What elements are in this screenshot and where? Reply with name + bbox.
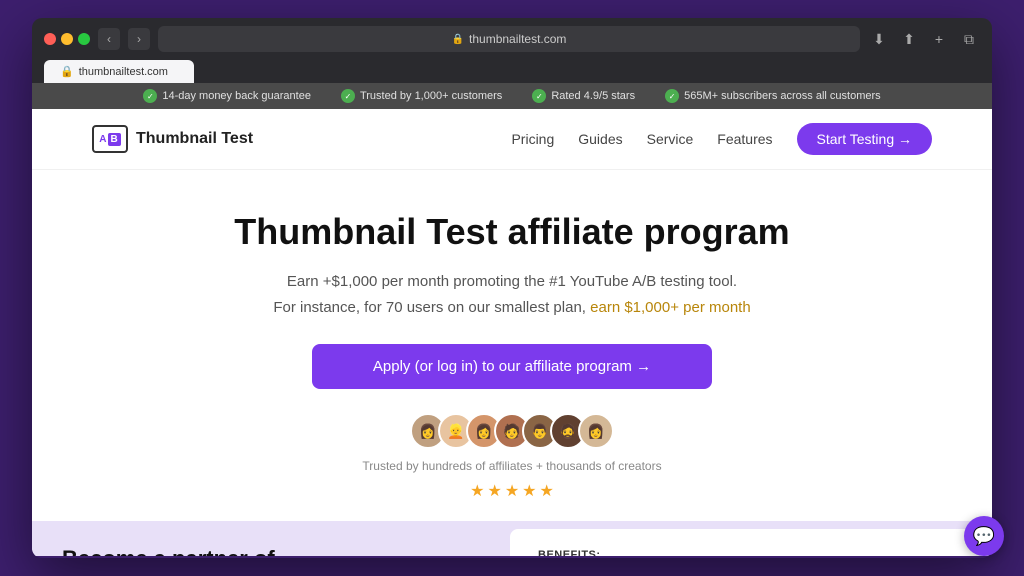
nav-features[interactable]: Features bbox=[717, 131, 772, 147]
maximize-button[interactable] bbox=[78, 33, 90, 45]
logo-text: Thumbnail Test bbox=[136, 130, 253, 148]
address-bar[interactable]: 🔒 thumbnailtest.com bbox=[158, 26, 860, 52]
close-button[interactable] bbox=[44, 33, 56, 45]
tab-favicon: 🔒 bbox=[60, 65, 74, 78]
star-4: ★ bbox=[522, 481, 536, 501]
star-3: ★ bbox=[505, 481, 519, 501]
new-tab-icon[interactable]: + bbox=[928, 28, 950, 50]
active-tab[interactable]: 🔒 thumbnailtest.com bbox=[44, 60, 194, 83]
trust-item-1: ✓ 14-day money back guarantee bbox=[143, 89, 311, 103]
url-text: thumbnailtest.com bbox=[469, 32, 566, 46]
navbar: A B Thumbnail Test Pricing Guides Servic… bbox=[32, 109, 992, 170]
nav-service[interactable]: Service bbox=[647, 131, 694, 147]
star-2: ★ bbox=[487, 481, 501, 501]
hero-subtitle: Earn +$1,000 per month promoting the #1 … bbox=[52, 269, 972, 320]
highlight-link[interactable]: earn $1,000+ per month bbox=[590, 299, 751, 316]
lock-icon: 🔒 bbox=[452, 34, 464, 45]
traffic-lights bbox=[44, 33, 90, 45]
nav-pricing[interactable]: Pricing bbox=[511, 131, 554, 147]
logo-a: A bbox=[99, 134, 106, 145]
chat-bubble[interactable]: 💬 bbox=[964, 516, 1004, 556]
trust-item-2: ✓ Trusted by 1,000+ customers bbox=[341, 89, 502, 103]
browser-actions: ⬇ ⬆ + ⧉ bbox=[868, 28, 980, 50]
share-icon[interactable]: ⬆ bbox=[898, 28, 920, 50]
logo: A B Thumbnail Test bbox=[92, 125, 253, 153]
avatar-group: 👩 👱 👩 🧑 👨 🧔 👩 bbox=[52, 413, 972, 449]
trust-item-4: ✓ 565M+ subscribers across all customers bbox=[665, 89, 881, 103]
check-icon-2: ✓ bbox=[341, 89, 355, 103]
tabs-icon[interactable]: ⧉ bbox=[958, 28, 980, 50]
minimize-button[interactable] bbox=[61, 33, 73, 45]
hero-title: Thumbnail Test affiliate program bbox=[52, 210, 972, 253]
check-icon-1: ✓ bbox=[143, 89, 157, 103]
bottom-left: Become a partner ofThumbnail Test 🤝 bbox=[32, 521, 510, 556]
trust-text-2: Trusted by 1,000+ customers bbox=[360, 90, 502, 102]
forward-button[interactable]: › bbox=[128, 28, 150, 50]
benefits-label: BENEFITS: bbox=[538, 549, 956, 556]
affiliate-button[interactable]: Apply (or log in) to our affiliate progr… bbox=[312, 344, 712, 389]
trusted-text: Trusted by hundreds of affiliates + thou… bbox=[52, 459, 972, 473]
nav-links: Pricing Guides Service Features Start Te… bbox=[511, 123, 932, 155]
hero-section: Thumbnail Test affiliate program Earn +$… bbox=[32, 170, 992, 521]
avatar-7: 👩 bbox=[578, 413, 614, 449]
subtitle-line2: For instance, for 70 users on our smalle… bbox=[273, 299, 586, 316]
trust-text-1: 14-day money back guarantee bbox=[162, 90, 311, 102]
bottom-right: BENEFITS: ✓ Earn 40% or 50% of what we m… bbox=[510, 529, 984, 556]
tab-title: thumbnailtest.com bbox=[79, 66, 168, 78]
download-icon[interactable]: ⬇ bbox=[868, 28, 890, 50]
trust-text-4: 565M+ subscribers across all customers bbox=[684, 90, 881, 102]
bottom-section: Become a partner ofThumbnail Test 🤝 BENE… bbox=[32, 521, 992, 556]
star-1: ★ bbox=[470, 481, 484, 501]
bottom-title: Become a partner ofThumbnail Test 🤝 bbox=[62, 545, 480, 556]
start-testing-button[interactable]: Start Testing → bbox=[797, 123, 932, 155]
trust-bar: ✓ 14-day money back guarantee ✓ Trusted … bbox=[32, 83, 992, 109]
chat-icon: 💬 bbox=[973, 526, 995, 547]
trust-item-3: ✓ Rated 4.9/5 stars bbox=[532, 89, 635, 103]
page-content: A B Thumbnail Test Pricing Guides Servic… bbox=[32, 109, 992, 556]
nav-guides[interactable]: Guides bbox=[578, 131, 622, 147]
check-icon-3: ✓ bbox=[532, 89, 546, 103]
logo-b: B bbox=[108, 133, 121, 146]
back-button[interactable]: ‹ bbox=[98, 28, 120, 50]
trust-text-3: Rated 4.9/5 stars bbox=[551, 90, 635, 102]
logo-icon: A B bbox=[92, 125, 128, 153]
star-rating: ★ ★ ★ ★ ★ bbox=[52, 481, 972, 501]
subtitle-line1: Earn +$1,000 per month promoting the #1 … bbox=[287, 273, 737, 290]
check-icon-4: ✓ bbox=[665, 89, 679, 103]
star-5: ★ bbox=[540, 481, 554, 501]
